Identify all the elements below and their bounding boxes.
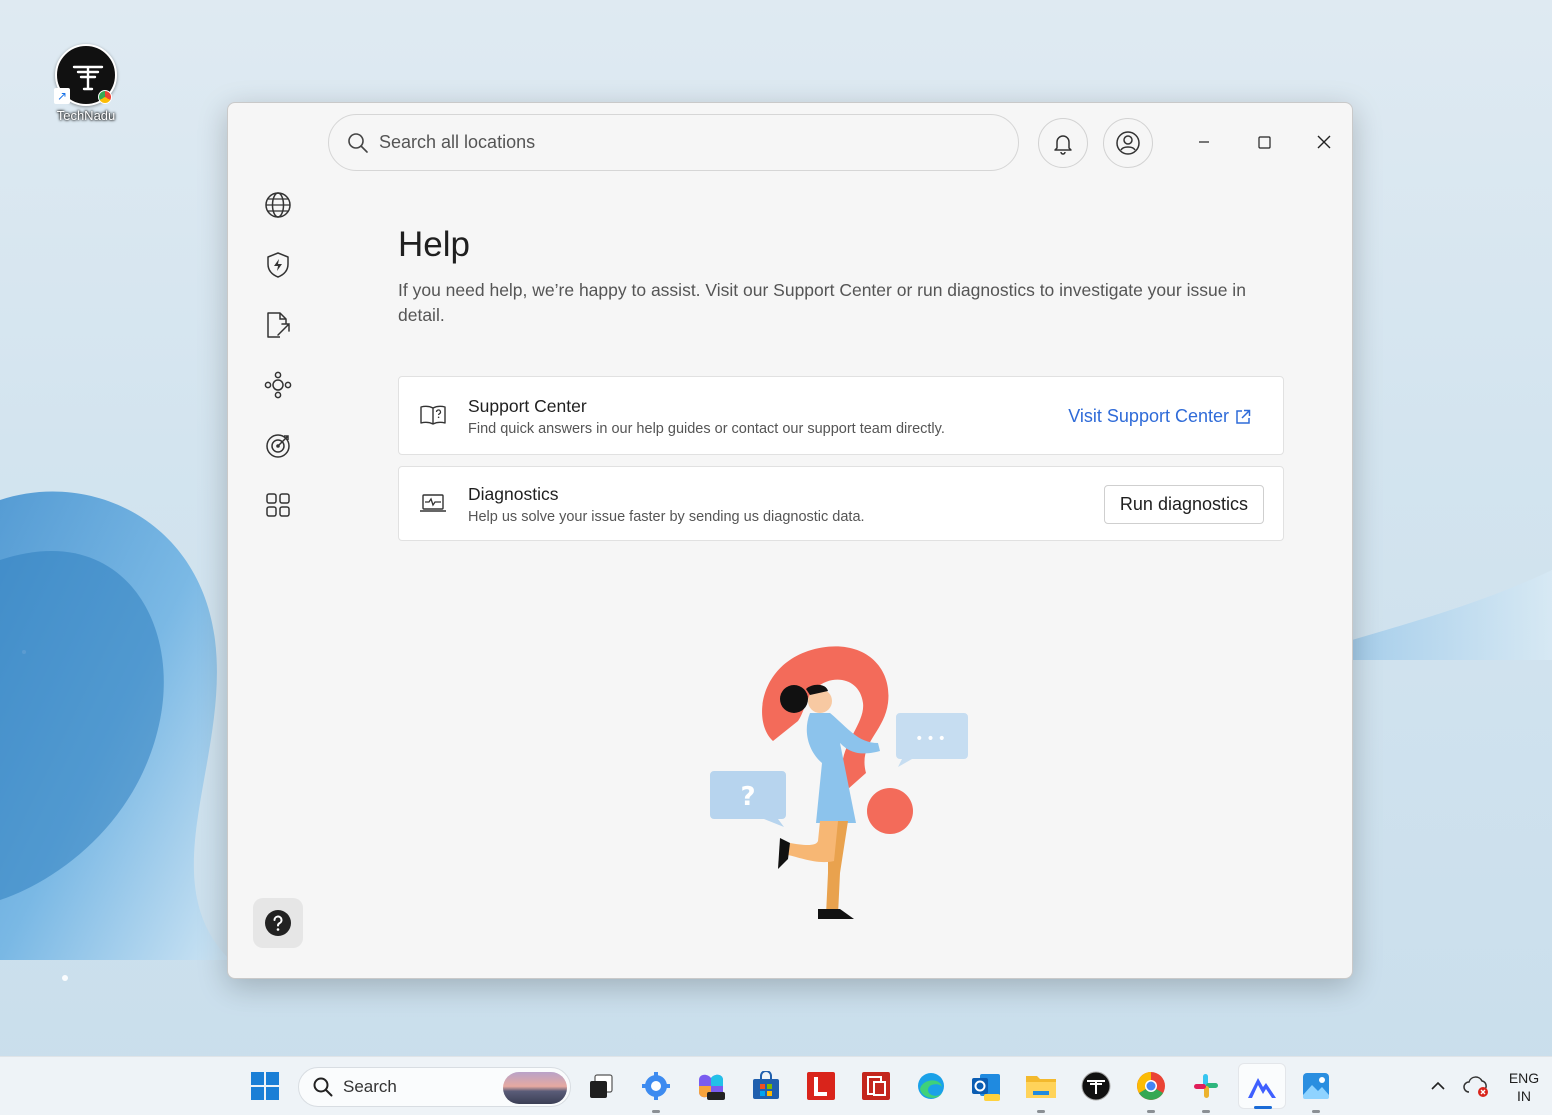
search-icon [313,1077,333,1097]
running-indicator [1037,1110,1045,1113]
slack-icon [1194,1074,1218,1098]
show-hidden-icons-button[interactable] [1420,1068,1456,1104]
language-code: ENG [1508,1070,1540,1086]
laptop-pulse-icon [420,494,446,512]
taskbar-app-store[interactable] [748,1068,784,1104]
taskbar-app-photos[interactable] [1298,1068,1334,1113]
close-button[interactable] [1310,128,1338,156]
cloud-error-icon [1463,1076,1488,1097]
shortcut-arrow-icon: ↗ [54,88,70,104]
outlook-icon [972,1074,1000,1101]
active-indicator [1254,1106,1272,1109]
run-diagnostics-button[interactable]: Run diagnostics [1103,485,1264,524]
account-button[interactable] [1103,118,1153,168]
taskbar-app-slack[interactable] [1188,1068,1224,1113]
taskbar-app-nordvpn[interactable] [1238,1063,1286,1109]
pdf-app-icon [862,1072,890,1100]
taskbar-app-edge[interactable] [913,1068,949,1104]
user-icon [1116,131,1140,155]
taskbar-app-l[interactable] [803,1068,839,1104]
taskbar-app-m365[interactable] [693,1068,729,1104]
nordvpn-icon [1248,1078,1276,1098]
taskbar-app-outlook[interactable] [968,1068,1004,1104]
folder-icon [1026,1076,1056,1098]
task-view-button[interactable] [583,1068,619,1104]
chrome-badge-icon [98,90,112,104]
technadu-logo-icon [1081,1071,1111,1101]
sidebar-item-help[interactable] [253,898,303,948]
windows-logo-icon [251,1072,279,1100]
search-highlight-image [503,1072,567,1104]
support-center-title: Support Center [468,396,587,416]
question-bubble-mark: ? [740,782,755,812]
desktop-icon-label: TechNadu [56,108,116,123]
search-icon [348,132,368,153]
file-share-icon [267,312,290,338]
language-indicator[interactable]: ENG IN [1504,1069,1544,1105]
task-view-icon [590,1074,613,1098]
chrome-browser-icon [1137,1072,1165,1100]
notifications-button[interactable] [1038,118,1088,168]
chevron-up-icon [1431,1081,1445,1090]
taskbar-search-label: Search [343,1077,397,1096]
start-button[interactable] [247,1068,283,1104]
taskbar-app-technadu[interactable] [1078,1068,1114,1104]
taskbar-app-file-explorer[interactable] [1023,1068,1059,1113]
globe-icon [265,192,291,218]
visit-support-center-label: Visit Support Center [1068,406,1229,426]
dots-bubble-mark: ••• [915,731,949,747]
support-center-card: Support Center Find quick answers in our… [398,376,1284,455]
mesh-network-icon [264,371,292,399]
search-bar[interactable] [328,114,1019,171]
taskbar-search[interactable]: Search [298,1067,571,1107]
shield-bolt-icon [267,252,289,278]
sidebar-item-globe[interactable] [258,185,298,225]
desktop-icon-technadu[interactable]: ↗ TechNadu [48,44,124,123]
minimize-button[interactable] [1190,128,1218,156]
m365-icon [699,1074,725,1100]
onedrive-status-button[interactable] [1458,1068,1494,1104]
taskbar: Search ENG IN [0,1056,1552,1115]
support-center-subtitle: Find quick answers in our help guides or… [468,421,945,437]
sidebar-item-threat-protection[interactable] [258,245,298,285]
sidebar-item-meshnet[interactable] [258,365,298,405]
target-icon [266,434,290,458]
question-mark-dot [867,788,913,834]
app-window: Help If you need help, we’re happy to as… [227,102,1353,979]
microsoft-store-icon [753,1071,779,1099]
taskbar-app-chrome[interactable] [1133,1068,1169,1113]
maximize-button[interactable] [1250,128,1278,156]
visit-support-center-link[interactable]: Visit Support Center [1068,406,1251,427]
sidebar-item-dark-web-monitor[interactable] [258,425,298,465]
region-code: IN [1517,1088,1531,1104]
diagnostics-subtitle: Help us solve your issue faster by sendi… [468,509,865,525]
maximize-icon [1257,135,1271,149]
photos-icon [1303,1073,1329,1099]
settings-gear-icon [642,1072,670,1100]
diagnostics-card: Diagnostics Help us solve your issue fas… [398,466,1284,541]
search-input[interactable] [379,132,979,153]
apps-grid-icon [266,493,290,517]
diagnostics-title: Diagnostics [468,484,559,504]
l-app-icon [807,1072,835,1100]
running-indicator [1312,1110,1320,1113]
external-link-icon [1236,409,1251,424]
running-indicator [1202,1110,1210,1113]
page-title: Help [398,225,470,264]
close-icon [1317,135,1331,149]
edge-browser-icon [918,1073,944,1099]
running-indicator [1147,1110,1155,1113]
help-illustration: ? ••• [710,646,968,919]
running-indicator [652,1110,660,1113]
sidebar-item-file-share[interactable] [258,305,298,345]
bell-icon [1054,135,1072,155]
book-question-icon [420,405,446,425]
taskbar-app-widgets[interactable] [638,1068,674,1113]
help-circle-icon [265,910,291,936]
sidebar-item-apps[interactable] [258,485,298,525]
page-description: If you need help, we’re happy to assist.… [398,280,1246,325]
taskbar-app-pdf[interactable] [858,1068,894,1104]
minimize-icon [1199,141,1209,143]
